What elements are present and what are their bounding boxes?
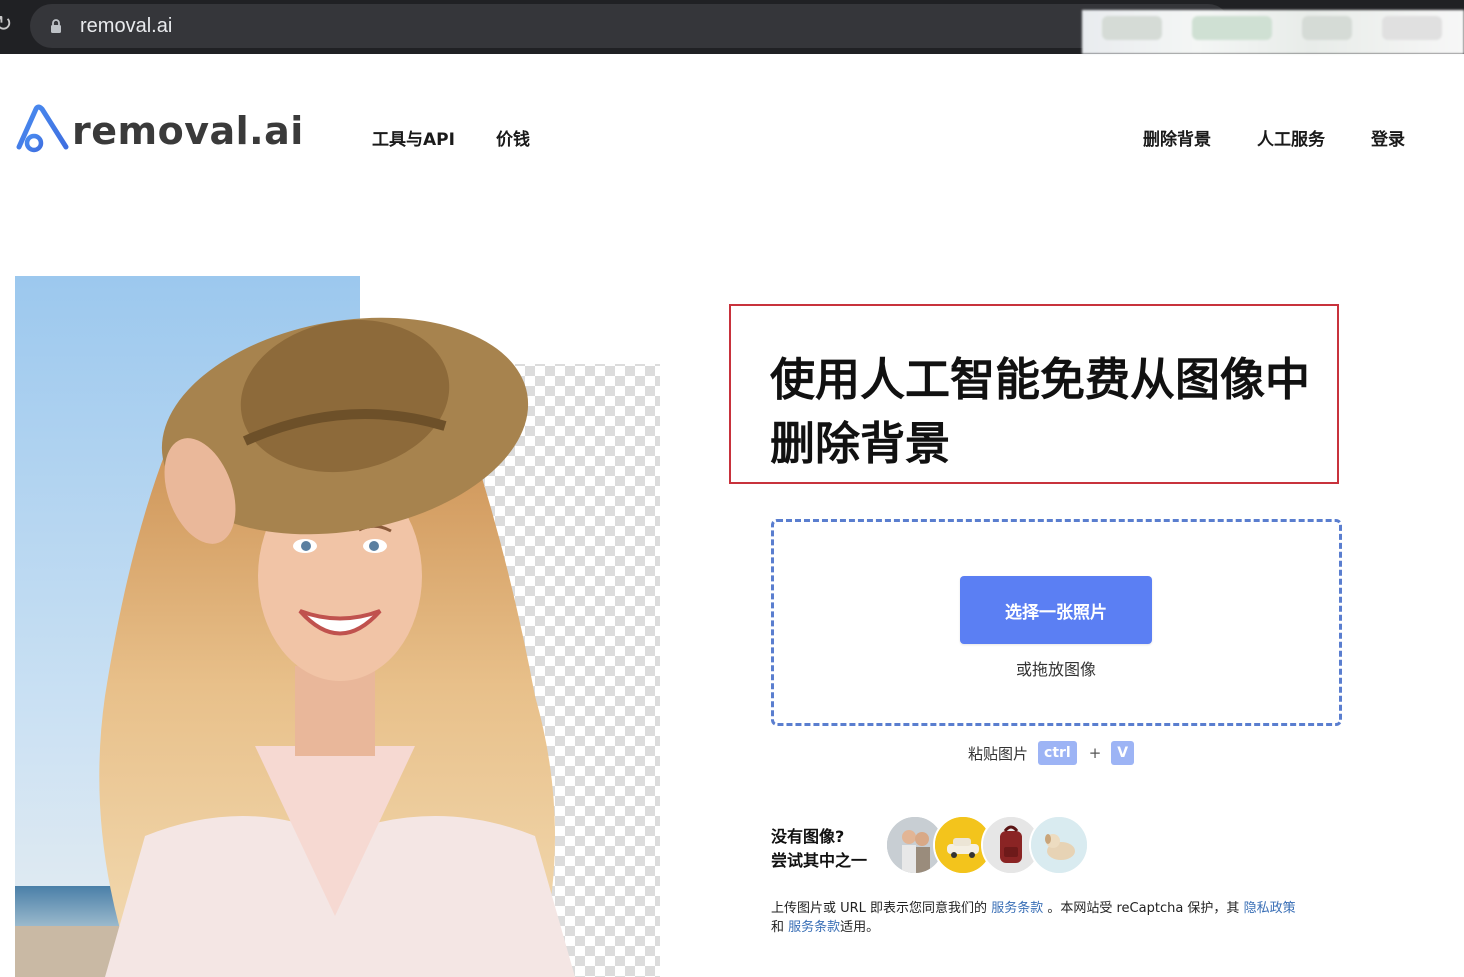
hero-image [15, 276, 660, 977]
privacy-link[interactable]: 隐私政策 [1244, 901, 1296, 916]
address-bar[interactable]: removal.ai [30, 4, 1230, 48]
ctrl-key: ctrl [1038, 741, 1077, 765]
terms-link[interactable]: 服务条款 [991, 901, 1043, 916]
lock-icon [51, 19, 61, 33]
blurred-extensions-area [1082, 10, 1464, 54]
page-title: 使用人工智能免费从图像中 删除背景 [770, 348, 1330, 476]
sample-dog-photo[interactable] [1029, 815, 1089, 875]
paste-label: 粘贴图片 [968, 744, 1029, 763]
url-text: removal.ai [80, 15, 173, 37]
legal-text-3: 和 [771, 920, 785, 935]
logo-mark-icon [16, 104, 69, 153]
choose-photo-button[interactable]: 选择一张照片 [960, 576, 1152, 644]
legal-text-1: 上传图片或 URL 即表示您同意我们的 [771, 901, 988, 916]
sample-prompt-line-2: 尝试其中之一 [771, 851, 868, 870]
v-key: V [1111, 741, 1135, 765]
legal-text-4: 适用。 [840, 920, 880, 935]
browser-toolbar: ↻ removal.ai [0, 0, 1464, 54]
nav-tools-api[interactable]: 工具与API [372, 129, 455, 151]
reload-icon[interactable]: ↻ [0, 12, 12, 38]
terms-link-2[interactable]: 服务条款 [788, 920, 840, 935]
drag-drop-hint: 或拖放图像 [1015, 660, 1096, 679]
nav-human-service[interactable]: 人工服务 [1257, 129, 1325, 151]
paste-hint: 粘贴图片 ctrl + V [968, 740, 1135, 766]
sample-images [885, 815, 1090, 875]
legal-notice: 上传图片或 URL 即表示您同意我们的 服务条款 。本网站受 reCaptcha… [771, 899, 1371, 937]
plus-sign: + [1088, 744, 1102, 762]
legal-text-2: 。本网站受 reCaptcha 保护，其 [1047, 901, 1240, 916]
logo[interactable]: removal.ai [14, 103, 303, 159]
brand-name: removal.ai [72, 109, 304, 153]
sample-prompt: 没有图像? 尝试其中之一 [771, 825, 867, 873]
headline-line-1: 使用人工智能免费从图像中 [770, 353, 1311, 406]
sample-prompt-line-1: 没有图像? [771, 827, 845, 846]
nav-login[interactable]: 登录 [1371, 129, 1405, 151]
nav-remove-background[interactable]: 删除背景 [1143, 129, 1211, 151]
headline-line-2: 删除背景 [770, 417, 951, 470]
nav-pricing[interactable]: 价钱 [496, 129, 530, 151]
